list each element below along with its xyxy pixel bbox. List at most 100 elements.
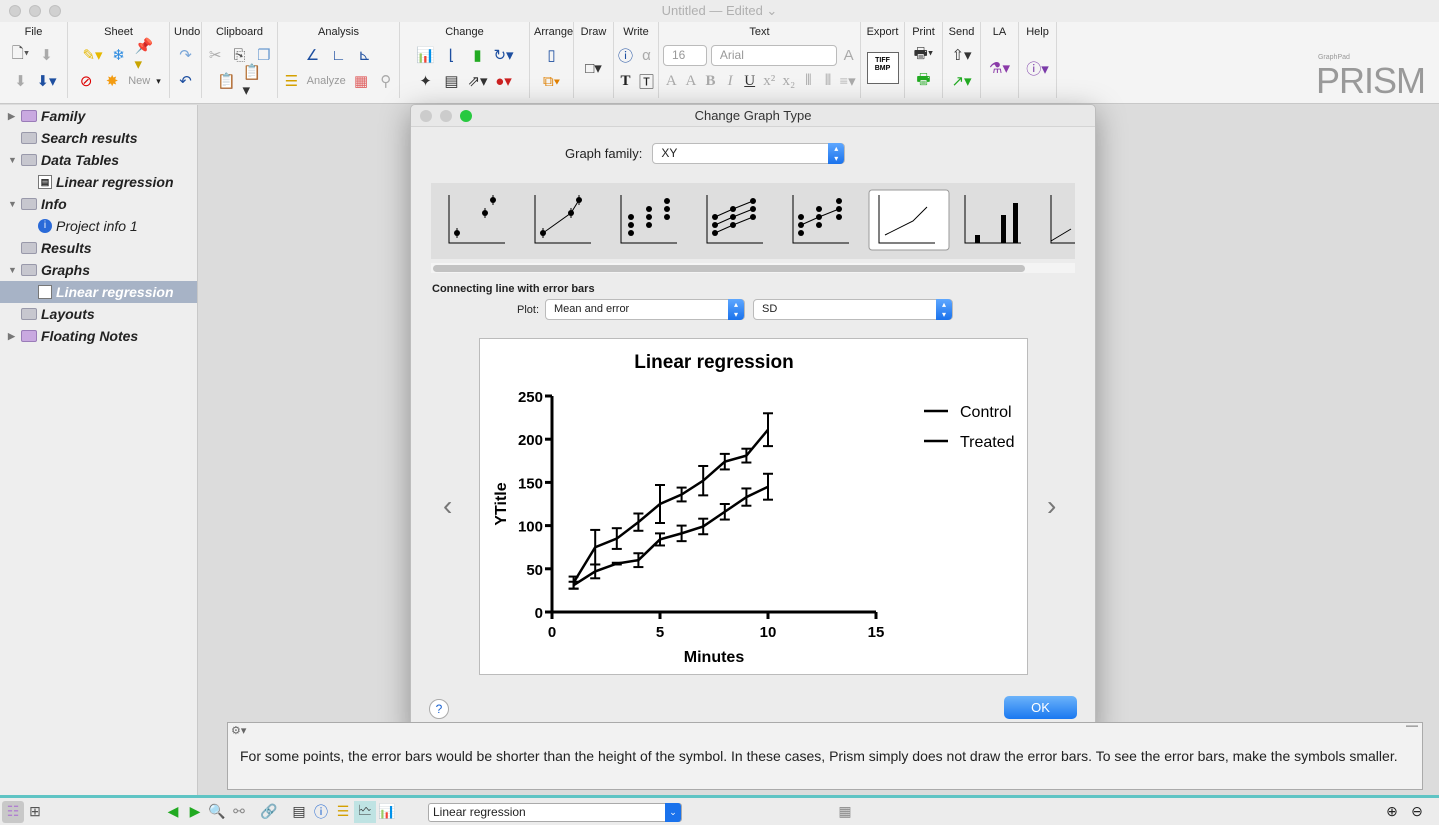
subscript-icon[interactable]: x₂ <box>781 71 798 91</box>
analyze-button[interactable]: Analyze <box>307 75 346 87</box>
change-bars-icon[interactable]: ▮ <box>468 45 488 65</box>
superscript-icon[interactable]: x² <box>761 71 778 91</box>
new-sheet-icon[interactable]: ✸ <box>102 71 122 91</box>
tree-item[interactable]: Search results <box>0 127 197 149</box>
graph-type-thumbnail[interactable] <box>1050 195 1075 244</box>
disclosure-closed-icon[interactable]: ▶ <box>8 331 18 342</box>
graph-family-select[interactable]: XY ▴ ▾ <box>652 143 846 164</box>
tree-item[interactable]: ▤ Linear regression <box>0 281 197 303</box>
list-view-icon[interactable]: ☷ <box>2 800 24 823</box>
analyze-icon[interactable]: ☰ <box>282 71 301 91</box>
graph-type-thumbnail[interactable] <box>620 195 677 244</box>
notes-text[interactable]: For some points, the error bars would be… <box>240 747 1408 765</box>
data-table-icon[interactable]: ▤ <box>288 801 310 823</box>
window-controls[interactable] <box>9 5 61 17</box>
distribution-icon[interactable]: ⊾ <box>355 45 375 65</box>
results-icon[interactable]: ☰ <box>332 801 354 823</box>
highlighter-icon[interactable]: ✎▾ <box>82 45 102 65</box>
linear-fit-icon[interactable]: ∠ <box>303 45 323 65</box>
export-icon[interactable]: TIFF BMP <box>866 52 899 84</box>
dialog-minimize-button[interactable] <box>440 110 452 122</box>
disclosure-open-icon[interactable]: ▼ <box>8 265 18 275</box>
rotate-icon[interactable]: ↻▾ <box>493 45 513 65</box>
next-arrow-icon[interactable]: › <box>1047 490 1056 522</box>
arrange-icon[interactable]: ▯ <box>542 45 562 65</box>
tree-item[interactable]: ▶ Family <box>0 105 197 127</box>
text-icon[interactable]: T <box>618 71 633 91</box>
magic-icon[interactable]: ✦ <box>416 71 436 91</box>
error-type-select[interactable]: SD ▴ ▾ <box>753 299 954 320</box>
gallery-scrollbar[interactable] <box>431 263 1075 273</box>
colors-icon[interactable]: ●▾ <box>494 71 514 91</box>
disclosure-closed-icon[interactable]: ▶ <box>8 111 18 122</box>
save-as-icon[interactable]: ⬇▾ <box>36 71 56 91</box>
text-box-icon[interactable]: 🅃 <box>639 71 654 91</box>
table-icon[interactable]: ▦ <box>352 71 371 91</box>
layout-icon[interactable]: 📊 <box>376 801 398 823</box>
graph-type-thumbnail[interactable] <box>792 195 849 244</box>
align-icon[interactable]: ⧉▾ <box>542 71 562 91</box>
binoculars-icon[interactable]: ⚯ <box>228 801 250 823</box>
pin-icon[interactable]: 📌▾ <box>135 38 155 73</box>
minimize-notes-icon[interactable]: — <box>1406 718 1418 732</box>
cut-icon[interactable]: ✂ <box>206 45 224 65</box>
graph-link-icon[interactable]: ⇗▾ <box>467 71 487 91</box>
freeze-icon[interactable]: ❄ <box>109 45 129 65</box>
tree-item[interactable]: i Project info 1 <box>0 215 197 237</box>
font-color-icon[interactable]: A <box>841 45 856 65</box>
info-icon[interactable]: ⓘ <box>310 801 332 823</box>
rotate-left-icon[interactable]: ⫴ <box>800 71 817 91</box>
duplicate-icon[interactable]: ❐ <box>255 45 273 65</box>
zoom-in-icon[interactable]: ⊕ <box>1381 801 1403 823</box>
previous-sheet-icon[interactable]: ◀ <box>162 801 184 823</box>
plot-select[interactable]: Mean and error ▴ ▾ <box>545 299 746 320</box>
flask-icon[interactable]: ⚗▾ <box>989 58 1010 78</box>
redo-icon[interactable]: ↷ <box>176 45 196 65</box>
tree-item[interactable]: Layouts <box>0 303 197 325</box>
copy-icon[interactable]: ⎘ <box>230 45 248 65</box>
rectangle-icon[interactable]: □▾ <box>584 58 604 78</box>
graph-type-thumbnail[interactable] <box>706 195 763 244</box>
paste-icon[interactable]: 📋 <box>217 71 237 91</box>
grid-view-icon[interactable]: ⊞ <box>24 801 46 823</box>
help-icon[interactable]: ⓘ▾ <box>1026 58 1049 78</box>
minimize-button[interactable] <box>29 5 41 17</box>
bold-icon[interactable]: B <box>702 71 719 91</box>
graph-type-thumbnail[interactable] <box>534 195 591 244</box>
gear-icon[interactable]: ⚙▾ <box>231 724 246 737</box>
delete-icon[interactable]: ⊘ <box>76 71 96 91</box>
sheet-settings-icon[interactable]: ▦ <box>834 801 856 823</box>
next-sheet-icon[interactable]: ▶ <box>184 801 206 823</box>
add-data-icon[interactable]: ▤ <box>442 71 462 91</box>
font-size-select[interactable]: 16 <box>663 44 707 66</box>
tree-item[interactable]: ▶ Floating Notes <box>0 325 197 347</box>
change-axes-icon[interactable]: ⌊ <box>442 45 462 65</box>
ok-button[interactable]: OK <box>1004 696 1077 719</box>
wand-icon[interactable]: ⚲ <box>376 71 395 91</box>
alpha-icon[interactable]: α <box>639 45 654 65</box>
disclosure-open-icon[interactable]: ▼ <box>8 155 18 165</box>
print-icon[interactable]: 🖶▾ <box>914 45 934 65</box>
undo-icon[interactable]: ↶ <box>176 71 196 91</box>
font-name-select[interactable]: Arial <box>710 44 838 66</box>
close-button[interactable] <box>9 5 21 17</box>
dialog-close-button[interactable] <box>420 110 432 122</box>
graph-type-thumbnail[interactable] <box>868 189 950 251</box>
help-button[interactable]: ? <box>429 699 449 719</box>
open-icon[interactable]: ⬇ <box>37 45 57 65</box>
tree-item[interactable]: ▤ Linear regression <box>0 171 197 193</box>
new-file-icon[interactable]: 🗋▾ <box>11 45 31 65</box>
share-icon[interactable]: ⇧▾ <box>951 45 971 65</box>
tree-item[interactable]: Results <box>0 237 197 259</box>
zoom-out-icon[interactable]: ⊖ <box>1406 801 1428 823</box>
graph-type-thumbnail[interactable] <box>448 195 505 244</box>
paste-special-icon[interactable]: 📋▾ <box>243 64 263 99</box>
graph-type-thumbnail[interactable] <box>964 195 1021 244</box>
underline-icon[interactable]: U <box>741 71 758 91</box>
change-graph-type-icon[interactable]: 📊 <box>416 45 436 65</box>
decrease-font-icon[interactable]: A <box>683 71 700 91</box>
link-icon[interactable]: 🔗 <box>258 801 280 823</box>
italic-icon[interactable]: I <box>722 71 739 91</box>
new-button[interactable]: New <box>128 75 150 87</box>
tree-item[interactable]: ▼ Data Tables <box>0 149 197 171</box>
